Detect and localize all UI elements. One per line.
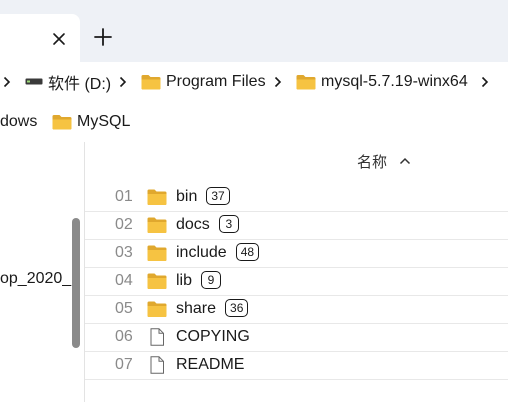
folder-icon [141, 75, 161, 90]
folder-icon [147, 273, 167, 289]
quick-access-bar: dows MySQL [0, 102, 508, 142]
quick-access-label: dows [0, 113, 38, 130]
close-tab-button[interactable] [46, 26, 72, 52]
item-name: docs 3 [176, 211, 239, 239]
quick-access-item-windows[interactable]: dows [0, 102, 37, 142]
row-number: 01 [115, 188, 133, 205]
chevron-right-icon [3, 76, 11, 88]
tab-strip [0, 0, 508, 62]
column-header-name[interactable]: 名称 [357, 150, 411, 172]
file-list: 名称 01 bin 37 02 docs 3 03 include 48 04 [85, 142, 508, 402]
item-count-badge: 3 [218, 214, 239, 233]
plus-icon [94, 28, 112, 46]
item-name-text: docs [176, 216, 210, 233]
file-icon [150, 328, 164, 346]
chevron-right-icon [119, 76, 127, 88]
item-name-text: README [176, 356, 245, 373]
drive-icon [25, 78, 43, 85]
breadcrumb-label: Program Files [166, 73, 266, 90]
list-item[interactable]: 05 share 36 [85, 295, 508, 324]
new-tab-button[interactable] [88, 22, 118, 52]
chevron-up-icon [399, 157, 411, 165]
quick-access-label: MySQL [77, 113, 131, 130]
item-name: include 48 [176, 239, 260, 267]
item-name-text: share [176, 300, 217, 317]
item-count-badge: 36 [225, 298, 249, 317]
folder-icon [147, 245, 167, 261]
breadcrumb-separator[interactable] [274, 62, 282, 102]
file-icon [150, 356, 164, 374]
list-item[interactable]: 01 bin 37 [85, 183, 508, 212]
breadcrumb-separator[interactable] [119, 62, 127, 102]
item-name-text: lib [176, 272, 193, 289]
row-number: 06 [115, 328, 133, 345]
item-name: README [176, 351, 244, 379]
breadcrumb-separator[interactable] [3, 62, 11, 102]
navigation-item[interactable]: op_2020_2 [0, 270, 72, 288]
item-name: COPYING [176, 323, 250, 351]
list-item[interactable]: 06 COPYING [85, 323, 508, 352]
folder-icon [52, 115, 72, 130]
list-item[interactable]: 03 include 48 [85, 239, 508, 268]
folder-icon [147, 301, 167, 317]
folder-icon [296, 75, 316, 90]
row-number: 04 [115, 272, 133, 289]
list-item[interactable]: 04 lib 9 [85, 267, 508, 296]
chevron-right-icon [274, 76, 282, 88]
item-name: bin 37 [176, 183, 230, 211]
breadcrumb-label: 软件 (D:) [48, 76, 112, 93]
breadcrumb: 软件 (D:) Program Files mysql-5.7.19-winx6… [0, 62, 508, 102]
list-item[interactable]: 02 docs 3 [85, 211, 508, 240]
active-tab[interactable] [0, 14, 80, 62]
chevron-right-icon [481, 76, 489, 88]
breadcrumb-item-drive[interactable]: 软件 (D:) [25, 62, 111, 102]
item-count-badge: 9 [201, 270, 222, 289]
item-name-text: include [176, 244, 227, 261]
item-name-text: COPYING [176, 328, 250, 345]
row-number: 05 [115, 300, 133, 317]
scrollbar-thumb[interactable] [72, 218, 80, 348]
close-icon [53, 33, 65, 45]
quick-access-item-mysql[interactable]: MySQL [52, 102, 130, 142]
folder-icon [147, 189, 167, 205]
item-name: share 36 [176, 295, 249, 323]
item-count-badge: 37 [206, 186, 230, 205]
item-count-badge: 48 [235, 242, 260, 261]
list-item[interactable]: 07 README [85, 351, 508, 380]
row-number: 02 [115, 216, 133, 233]
row-number: 07 [115, 356, 133, 373]
breadcrumb-separator[interactable] [481, 62, 489, 102]
breadcrumb-item-mysql[interactable]: mysql-5.7.19-winx64 [296, 62, 468, 102]
column-header-label: 名称 [357, 153, 388, 171]
breadcrumb-label: mysql-5.7.19-winx64 [321, 73, 468, 90]
item-name-text: bin [176, 188, 198, 205]
row-number: 03 [115, 244, 133, 261]
item-name: lib 9 [176, 267, 222, 295]
breadcrumb-item-program-files[interactable]: Program Files [141, 62, 266, 102]
folder-icon [147, 217, 167, 233]
